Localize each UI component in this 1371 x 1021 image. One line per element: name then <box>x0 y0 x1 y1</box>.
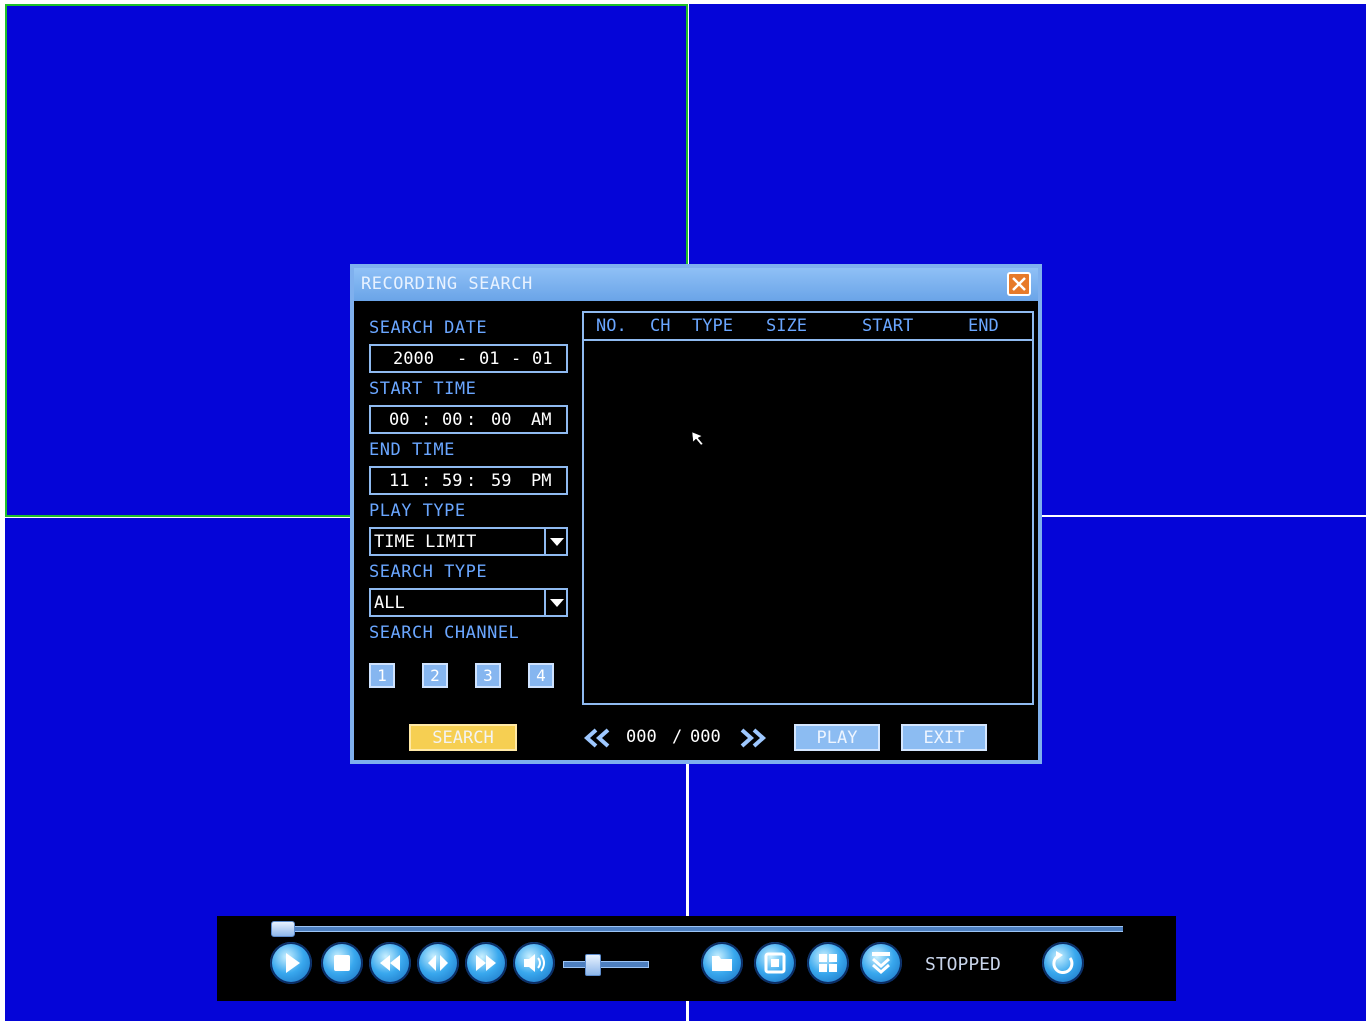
date-year[interactable]: 2000 <box>393 349 434 369</box>
dialog-title-bar: RECORDING SEARCH <box>354 268 1038 301</box>
results-header: NO. CH TYPE SIZE START END <box>584 313 1032 341</box>
play-control-button[interactable] <box>270 942 312 984</box>
end-ampm[interactable]: PM <box>531 471 551 491</box>
step-control-button[interactable] <box>417 942 459 984</box>
search-type-arrow[interactable] <box>544 588 568 617</box>
progress-track[interactable] <box>273 926 1123 932</box>
chevron-down-icon <box>550 538 564 546</box>
page-current: 000 <box>626 727 657 747</box>
date-day[interactable]: 01 <box>532 349 552 369</box>
start-time-field[interactable]: 00 : 00 : 00 AM <box>369 405 568 434</box>
volume-control-button[interactable] <box>513 942 555 984</box>
stop-icon <box>334 955 350 971</box>
column-header-end: END <box>968 316 999 336</box>
single-view-control-button[interactable] <box>754 942 796 984</box>
refresh-icon <box>1052 951 1074 974</box>
results-table[interactable]: NO. CH TYPE SIZE START END <box>582 311 1034 705</box>
next-page-icon[interactable] <box>736 727 768 749</box>
single-view-icon <box>764 952 786 974</box>
search-type-value: ALL <box>374 593 405 613</box>
play-type-dropdown[interactable]: TIME LIMIT <box>369 527 568 556</box>
chevron-down-icon <box>550 599 564 607</box>
rewind-control-button[interactable] <box>369 942 411 984</box>
start-colon-1: : <box>421 410 432 430</box>
page-total: 000 <box>690 727 721 747</box>
stop-control-button[interactable] <box>321 942 363 984</box>
search-type-label: SEARCH TYPE <box>369 562 488 582</box>
play-icon <box>286 953 300 973</box>
play-type-value: TIME LIMIT <box>374 532 477 552</box>
end-minute[interactable]: 59 <box>442 471 462 491</box>
start-ampm[interactable]: AM <box>531 410 551 430</box>
date-month[interactable]: 01 <box>479 349 499 369</box>
collapse-control-button[interactable] <box>860 942 902 984</box>
quad-view-control-button[interactable] <box>807 942 849 984</box>
channel-checkbox-4[interactable]: 4 <box>528 663 554 688</box>
progress-slider-handle[interactable] <box>271 921 295 937</box>
play-type-label: PLAY TYPE <box>369 501 466 521</box>
recording-search-dialog: RECORDING SEARCH SEARCH DATE 2000 - 01 -… <box>350 264 1042 764</box>
play-type-arrow[interactable] <box>544 527 568 556</box>
search-type-dropdown[interactable]: ALL <box>369 588 568 617</box>
column-header-no: NO. <box>596 316 627 336</box>
exit-button[interactable]: EXIT <box>901 724 987 751</box>
folder-control-button[interactable] <box>701 942 743 984</box>
mouse-pointer-icon <box>691 431 704 446</box>
end-time-field[interactable]: 11 : 59 : 59 PM <box>369 466 568 495</box>
quad-view-icon <box>819 954 837 972</box>
dialog-title: RECORDING SEARCH <box>361 274 533 294</box>
fast-forward-control-button[interactable] <box>465 942 507 984</box>
column-header-ch: CH <box>650 316 671 336</box>
playback-bar: STOPPED <box>217 916 1176 1001</box>
channel-checkbox-1[interactable]: 1 <box>369 663 395 688</box>
close-button[interactable] <box>1007 272 1031 296</box>
date-sep-2: - <box>511 349 522 369</box>
search-date-field[interactable]: 2000 - 01 - 01 <box>369 344 568 373</box>
refresh-control-button[interactable] <box>1042 942 1084 984</box>
start-hour[interactable]: 00 <box>389 410 409 430</box>
end-colon-1: : <box>421 471 432 491</box>
collapse-icon <box>872 952 890 974</box>
close-icon <box>1012 277 1026 291</box>
start-second[interactable]: 00 <box>491 410 511 430</box>
channel-checkbox-3[interactable]: 3 <box>475 663 501 688</box>
volume-slider-handle[interactable] <box>584 954 601 976</box>
end-second[interactable]: 59 <box>491 471 511 491</box>
start-minute[interactable]: 00 <box>442 410 462 430</box>
folder-icon <box>712 956 732 971</box>
playback-status: STOPPED <box>925 954 1001 975</box>
page-separator: / <box>672 727 683 747</box>
search-button[interactable]: SEARCH <box>409 724 517 751</box>
dvr-screen: RECORDING SEARCH SEARCH DATE 2000 - 01 -… <box>0 0 1371 1021</box>
volume-track[interactable] <box>563 961 649 968</box>
volume-icon <box>524 954 545 972</box>
end-time-label: END TIME <box>369 440 455 460</box>
column-header-start: START <box>862 316 914 336</box>
start-time-label: START TIME <box>369 379 477 399</box>
start-colon-2: : <box>466 410 477 430</box>
end-colon-2: : <box>466 471 477 491</box>
step-icon <box>428 955 448 971</box>
end-hour[interactable]: 11 <box>389 471 409 491</box>
date-sep-1: - <box>457 349 468 369</box>
channel-checkbox-2[interactable]: 2 <box>422 663 448 688</box>
column-header-size: SIZE <box>766 316 807 336</box>
search-channel-label: SEARCH CHANNEL <box>369 623 520 643</box>
play-button[interactable]: PLAY <box>794 724 880 751</box>
search-date-label: SEARCH DATE <box>369 318 488 338</box>
column-header-type: TYPE <box>692 316 733 336</box>
fast-forward-icon <box>476 955 496 971</box>
previous-page-icon[interactable] <box>582 727 614 749</box>
rewind-icon <box>380 955 400 971</box>
